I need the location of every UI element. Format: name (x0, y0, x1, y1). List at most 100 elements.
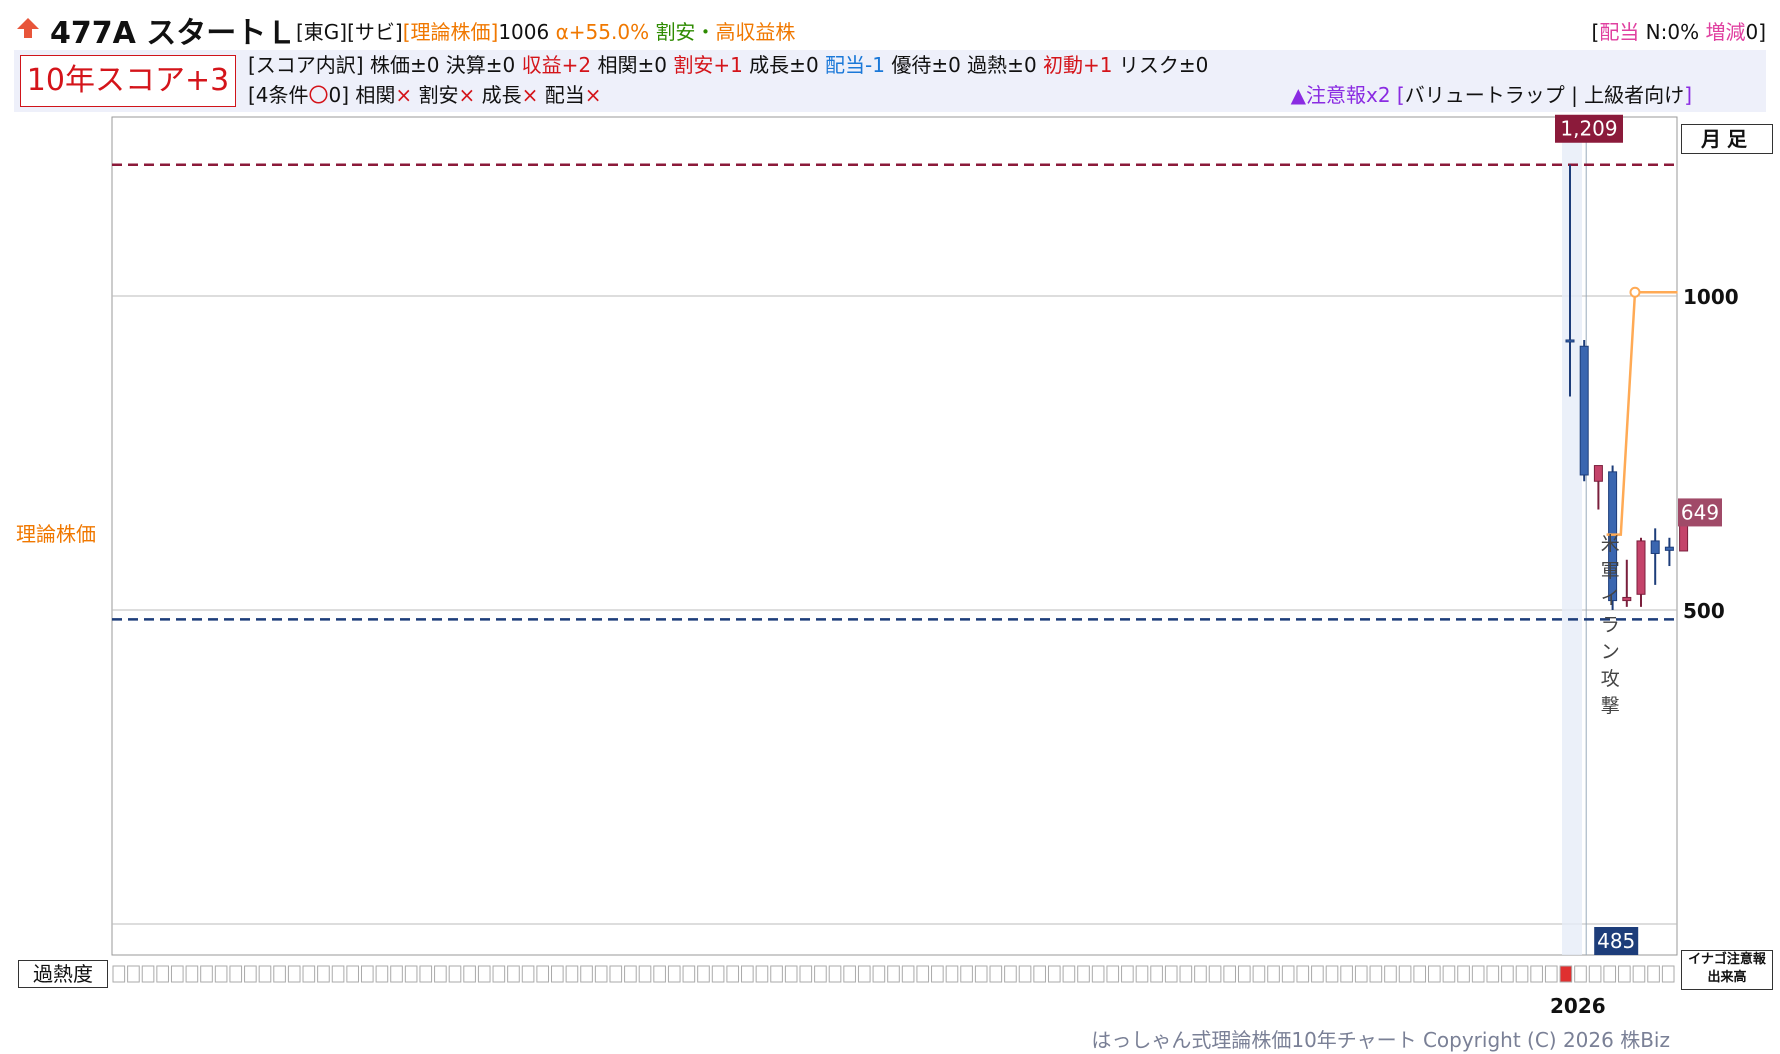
overheat-cell-4 (170, 965, 184, 983)
y-tick-label-1000: 1000 (1683, 285, 1739, 309)
overheat-cell-25 (477, 965, 491, 983)
overheat-cell-66 (1077, 965, 1090, 983)
overheat-cell-71 (1150, 965, 1163, 983)
overheat-cell-88 (1398, 965, 1412, 983)
overheat-cell-92 (1457, 965, 1470, 983)
event-annotation-char-5: 攻 (1601, 668, 1620, 690)
overheat-cell-35 (624, 965, 637, 983)
overheat-cell-84 (1340, 965, 1353, 983)
overheat-cell-5 (185, 965, 199, 983)
overheat-cell-26 (492, 965, 506, 983)
overheat-cell-47 (799, 965, 813, 983)
overheat-cell-99 (1559, 965, 1573, 983)
overheat-cell-32 (580, 965, 593, 983)
overheat-cell-98 (1544, 965, 1558, 983)
overheat-cell-1 (127, 965, 140, 983)
overheat-cell-80 (1281, 965, 1295, 983)
overheat-cell-93 (1471, 965, 1485, 983)
overheat-cell-87 (1384, 965, 1397, 983)
overheat-cell-34 (609, 965, 623, 983)
overheat-cell-6 (200, 965, 213, 983)
overheat-cell-13 (302, 965, 316, 983)
overheat-cell-3 (156, 965, 169, 983)
overheat-cell-85 (1354, 965, 1368, 983)
overheat-cell-91 (1442, 965, 1456, 983)
overheat-cell-29 (536, 965, 550, 983)
overheat-cell-83 (1325, 965, 1339, 983)
overheat-cell-55 (916, 965, 930, 983)
overheat-cell-59 (974, 965, 988, 983)
event-annotation-char-1: 軍 (1601, 560, 1620, 582)
event-annotation-char-3: ラ (1601, 614, 1620, 636)
overheat-cell-72 (1164, 965, 1178, 983)
overheat-cell-74 (1194, 965, 1207, 983)
overheat-cell-104 (1632, 965, 1646, 983)
overheat-cell-56 (931, 965, 944, 983)
overheat-cell-28 (521, 965, 535, 983)
overheat-cell-40 (697, 965, 710, 983)
overheat-cell-19 (390, 965, 403, 983)
overheat-cell-52 (872, 965, 886, 983)
overheat-cell-78 (1252, 965, 1266, 983)
overheat-cell-7 (214, 965, 228, 983)
high-value-tag: 1,209 (1560, 117, 1617, 141)
overheat-cell-90 (1428, 965, 1441, 983)
candle-body-7 (1664, 546, 1674, 551)
overheat-cell-38 (667, 965, 681, 983)
candle-body-2 (1593, 465, 1603, 482)
overheat-cell-101 (1588, 965, 1602, 983)
overheat-cell-8 (229, 965, 243, 983)
overheat-cell-76 (1223, 965, 1236, 983)
overheat-cell-49 (828, 965, 842, 983)
overheat-cell-33 (594, 965, 608, 983)
plot-frame (111, 116, 1678, 956)
overheat-cell-18 (375, 965, 389, 983)
overheat-cell-9 (244, 965, 257, 983)
overheat-cell-103 (1618, 965, 1631, 983)
overheat-cell-57 (945, 965, 959, 983)
overheat-cell-97 (1530, 965, 1543, 983)
overheat-cell-11 (273, 965, 286, 983)
candlestick-chart: 500 1000 1,209 485 649 米軍イラン攻撃 (111, 114, 1739, 983)
overheat-cell-54 (901, 965, 915, 983)
theory-price-marker (1629, 286, 1641, 298)
overheat-cell-23 (448, 965, 462, 983)
overheat-cell-20 (404, 965, 418, 983)
overheat-cell-36 (638, 965, 652, 983)
overheat-cell-22 (434, 965, 447, 983)
overheat-cell-75 (1208, 965, 1222, 983)
overheat-cell-24 (463, 965, 476, 983)
overheat-cell-41 (711, 965, 725, 983)
y-tick-label-500: 500 (1683, 599, 1725, 623)
overheat-cell-48 (814, 965, 827, 983)
overheat-cell-53 (887, 965, 900, 983)
overheat-cell-12 (287, 965, 301, 983)
overheat-cell-17 (360, 965, 374, 983)
overheat-cell-62 (1018, 965, 1032, 983)
overheat-cell-51 (857, 965, 871, 983)
overheat-cell-39 (682, 965, 696, 983)
overheat-cell-37 (653, 965, 666, 983)
overheat-cell-15 (331, 965, 345, 983)
overheat-cell-65 (1062, 965, 1076, 983)
overheat-cell-60 (989, 965, 1003, 983)
overheat-cell-96 (1515, 965, 1529, 983)
theory-price-line (1606, 290, 1678, 536)
overheat-cell-30 (551, 965, 564, 983)
overheat-cell-102 (1603, 965, 1617, 983)
low-value-tag: 485 (1597, 929, 1635, 953)
last-value-tag: 649 (1681, 500, 1719, 524)
overheat-cell-70 (1135, 965, 1149, 983)
overheat-cell-64 (1047, 965, 1061, 983)
overheat-cell-58 (960, 965, 973, 983)
overheat-cell-43 (741, 965, 754, 983)
candle-body-0 (1565, 339, 1575, 343)
overheat-cell-27 (507, 965, 520, 983)
overheat-cell-50 (843, 965, 856, 983)
overheat-cell-77 (1237, 965, 1251, 983)
overheat-cell-69 (1121, 965, 1134, 983)
event-band (1562, 117, 1582, 955)
overheat-cell-44 (755, 965, 769, 983)
overheat-cell-21 (419, 965, 433, 983)
overheat-cell-106 (1661, 965, 1675, 983)
